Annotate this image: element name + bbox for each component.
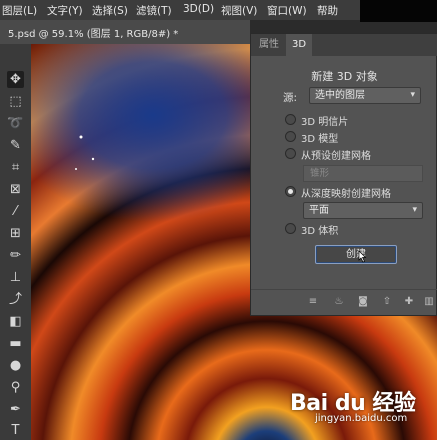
create-button[interactable]: 创建 — [315, 245, 397, 264]
radio-volume[interactable] — [285, 223, 296, 234]
type-icon[interactable]: T — [7, 422, 24, 439]
chevron-down-icon: ▾ — [410, 90, 415, 100]
eraser-icon[interactable]: ◧ — [7, 313, 24, 330]
option-preset-mesh-label: 从预设创建网格 — [301, 151, 371, 162]
blur-icon[interactable]: ● — [7, 357, 24, 374]
watermark-url: jingyan.baidu.com — [315, 413, 408, 424]
delete-icon[interactable]: ▥ — [423, 296, 435, 308]
move-icon[interactable]: ✥ — [7, 71, 24, 88]
option-postcard-label: 3D 明信片 — [301, 117, 349, 128]
layers-icon[interactable]: ≡ — [307, 296, 319, 308]
menu-filter[interactable]: 滤镜(T) — [136, 3, 172, 18]
export-icon[interactable]: ⇧ — [381, 296, 393, 308]
camera-icon[interactable]: ◙ — [357, 296, 369, 308]
radio-postcard[interactable] — [285, 114, 296, 125]
menu-view[interactable]: 视图(V) — [221, 3, 257, 18]
menu-layer[interactable]: 图层(L) — [2, 3, 37, 18]
preset-mesh-dropdown: 锥形 — [303, 165, 423, 182]
menu-select[interactable]: 选择(S) — [92, 3, 128, 18]
option-depth-map-label: 从深度映射创建网格 — [301, 189, 391, 200]
panel-title: 新建 3D 对象 — [311, 70, 378, 83]
pen-icon[interactable]: ✒ — [7, 401, 24, 418]
stamp-icon[interactable]: ⊥ — [7, 269, 24, 286]
document-tab[interactable]: 5.psd @ 59.1% (图层 1, RGB/8#) * — [8, 25, 178, 40]
option-model-label: 3D 模型 — [301, 134, 339, 145]
healing-icon[interactable]: ⊞ — [7, 225, 24, 242]
radio-depth-map[interactable] — [285, 186, 296, 197]
radio-model[interactable] — [285, 131, 296, 142]
menu-window[interactable]: 窗口(W) — [267, 3, 307, 18]
marquee-icon[interactable]: ⬚ — [7, 93, 24, 110]
radio-preset-mesh[interactable] — [285, 148, 296, 159]
hand-cursor-icon — [358, 250, 367, 263]
source-value: 选中的图层 — [315, 90, 365, 101]
panel-tabs: 属性 3D — [251, 34, 437, 56]
panel-footer: ≡ ♨ ◙ ⇧ ✚ ▥ — [251, 289, 437, 316]
source-dropdown[interactable]: 选中的图层 ▾ — [309, 87, 421, 104]
history-brush-icon[interactable]: ⤴ — [7, 291, 24, 308]
brush-icon[interactable]: ✏ — [7, 247, 24, 264]
menu-bar: 图层(L) 文字(Y) 选择(S) 滤镜(T) 3D(D) 视图(V) 窗口(W… — [0, 0, 360, 20]
sparkle-stars — [75, 135, 95, 170]
preset-placeholder: 锥形 — [310, 168, 330, 179]
gradient-icon[interactable]: ▬ — [7, 335, 24, 352]
dodge-icon[interactable]: ⚲ — [7, 379, 24, 396]
depth-map-value: 平面 — [309, 205, 329, 216]
frame-icon[interactable]: ⊠ — [7, 181, 24, 198]
option-volume-label: 3D 体积 — [301, 226, 339, 237]
properties-panel: 属性 3D 新建 3D 对象 源: 选中的图层 ▾ 3D 明信片 3D 模型 从… — [250, 33, 437, 316]
lasso-icon[interactable]: ➰ — [7, 115, 24, 132]
menu-type[interactable]: 文字(Y) — [47, 3, 83, 18]
document-tab-bar: 5.psd @ 59.1% (图层 1, RGB/8#) * — [0, 20, 250, 45]
tab-properties[interactable]: 属性 — [253, 34, 285, 56]
window-corner — [360, 0, 437, 22]
eyedropper-icon[interactable]: ⁄ — [7, 203, 24, 220]
source-label: 源: — [283, 92, 298, 104]
add-light-icon[interactable]: ✚ — [403, 296, 415, 308]
crop-icon[interactable]: ⌗ — [7, 159, 24, 176]
depth-map-dropdown[interactable]: 平面 ▾ — [303, 202, 423, 219]
tools-panel: ✥ ⬚ ➰ ✎ ⌗ ⊠ ⁄ ⊞ ✏ ⊥ ⤴ ◧ ▬ ● ⚲ ✒ T — [0, 44, 32, 440]
light-bulb-icon[interactable]: ♨ — [333, 296, 345, 308]
quick-select-icon[interactable]: ✎ — [7, 137, 24, 154]
chevron-down-icon: ▾ — [412, 205, 417, 215]
menu-3d[interactable]: 3D(D) — [183, 3, 214, 15]
tab-3d[interactable]: 3D — [286, 34, 313, 56]
menu-help[interactable]: 帮助 — [317, 3, 338, 18]
